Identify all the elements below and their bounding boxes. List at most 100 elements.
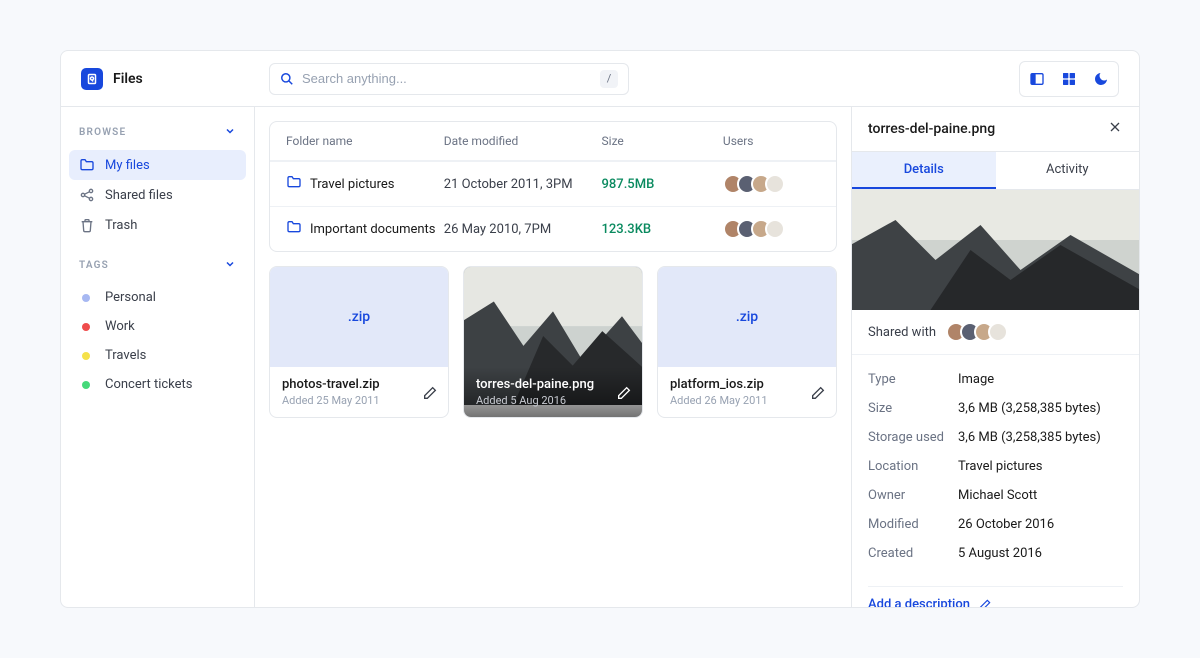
tag-item-personal[interactable]: Personal xyxy=(69,283,246,312)
add-description-label: Add a description xyxy=(868,597,970,608)
meta-label: Type xyxy=(868,372,958,387)
folder-date: 26 May 2010, 7PM xyxy=(444,222,602,237)
folder-users xyxy=(723,174,820,194)
header: Files / xyxy=(61,51,1139,107)
folder-date: 21 October 2011, 3PM xyxy=(444,177,602,192)
tab-activity[interactable]: Activity xyxy=(996,152,1140,189)
meta-label: Storage used xyxy=(868,430,958,445)
edit-icon xyxy=(978,598,992,609)
file-title: photos-travel.zip xyxy=(282,377,436,392)
tags-label: TAGS xyxy=(79,260,109,271)
file-cards: .zip photos-travel.zip Added 25 May 2011 xyxy=(269,266,837,418)
file-title: platform_ios.zip xyxy=(670,377,824,392)
add-description-button[interactable]: Add a description xyxy=(868,586,1123,608)
shared-with-row: Shared with xyxy=(852,310,1139,355)
folder-icon xyxy=(79,157,95,173)
folder-name: Travel pictures xyxy=(310,177,394,192)
tag-dot xyxy=(82,381,90,389)
table-row[interactable]: Travel pictures 21 October 2011, 3PM 987… xyxy=(270,161,836,206)
details-preview xyxy=(852,190,1139,310)
shared-avatars xyxy=(946,322,1008,342)
meta-value: Michael Scott xyxy=(958,488,1037,503)
sidebar: BROWSE My files Shared files xyxy=(61,107,255,607)
share-icon xyxy=(79,187,95,203)
file-subtitle: Added 26 May 2011 xyxy=(670,394,824,407)
tag-dot xyxy=(82,352,90,360)
sidebar-item-my-files[interactable]: My files xyxy=(69,150,246,180)
col-date-modified: Date modified xyxy=(444,134,602,148)
tag-label: Work xyxy=(105,319,135,334)
file-title: torres-del-paine.png xyxy=(476,377,630,392)
dark-mode-button[interactable] xyxy=(1088,66,1114,92)
col-size: Size xyxy=(602,134,723,148)
meta-value: Image xyxy=(958,372,994,387)
tag-label: Travels xyxy=(105,348,146,363)
folder-users xyxy=(723,219,820,239)
details-panel: torres-del-paine.png Details Activity Sh… xyxy=(851,107,1139,607)
file-ext: .zip xyxy=(348,309,370,325)
shared-with-label: Shared with xyxy=(868,325,936,340)
tags-section-header[interactable]: TAGS xyxy=(69,254,246,277)
meta-label: Size xyxy=(868,401,958,416)
file-subtitle: Added 5 Aug 2016 xyxy=(476,394,630,407)
edit-icon[interactable] xyxy=(616,385,632,405)
meta-value: Travel pictures xyxy=(958,459,1042,474)
folder-icon xyxy=(286,219,302,239)
sidebar-toggle-button[interactable] xyxy=(1024,66,1050,92)
main-content: Folder name Date modified Size Users Tra… xyxy=(255,107,851,607)
details-filename: torres-del-paine.png xyxy=(868,121,995,137)
col-users: Users xyxy=(723,134,820,148)
grid-view-button[interactable] xyxy=(1056,66,1082,92)
meta-value: 26 October 2016 xyxy=(958,517,1054,532)
sidebar-item-shared-files[interactable]: Shared files xyxy=(69,180,246,210)
edit-icon[interactable] xyxy=(422,385,438,405)
file-metadata: TypeImage Size3,6 MB (3,258,385 bytes) S… xyxy=(852,355,1139,578)
sidebar-item-label: Shared files xyxy=(105,188,173,203)
meta-label: Owner xyxy=(868,488,958,503)
file-subtitle: Added 25 May 2011 xyxy=(282,394,436,407)
edit-icon[interactable] xyxy=(810,385,826,405)
file-card[interactable]: .zip photos-travel.zip Added 25 May 2011 xyxy=(269,266,449,418)
tab-details[interactable]: Details xyxy=(852,152,996,189)
folder-name: Important documents xyxy=(310,222,436,237)
tag-item-work[interactable]: Work xyxy=(69,312,246,341)
folder-size: 987.5MB xyxy=(602,177,723,192)
tag-label: Concert tickets xyxy=(105,377,193,392)
file-card[interactable]: .zip platform_ios.zip Added 26 May 2011 xyxy=(657,266,837,418)
tag-item-travels[interactable]: Travels xyxy=(69,341,246,370)
header-actions xyxy=(1019,61,1119,97)
meta-value: 3,6 MB (3,258,385 bytes) xyxy=(958,430,1101,445)
close-button[interactable] xyxy=(1107,119,1123,139)
tag-dot xyxy=(82,323,90,331)
sidebar-item-label: Trash xyxy=(105,218,137,233)
app-logo-icon xyxy=(81,68,103,90)
file-card[interactable]: torres-del-paine.png Added 5 Aug 2016 xyxy=(463,266,643,418)
app-logo: Files xyxy=(81,68,269,90)
meta-value: 5 August 2016 xyxy=(958,546,1042,561)
meta-value: 3,6 MB (3,258,385 bytes) xyxy=(958,401,1101,416)
search-bar[interactable]: / xyxy=(269,63,629,95)
tag-label: Personal xyxy=(105,290,156,305)
details-tabs: Details Activity xyxy=(852,151,1139,190)
table-header: Folder name Date modified Size Users xyxy=(270,122,836,161)
trash-icon xyxy=(79,217,95,233)
tag-item-concert-tickets[interactable]: Concert tickets xyxy=(69,370,246,399)
col-folder-name: Folder name xyxy=(286,134,444,148)
sidebar-item-trash[interactable]: Trash xyxy=(69,210,246,240)
file-preview: .zip xyxy=(270,267,448,367)
app-title: Files xyxy=(113,71,143,87)
folders-table: Folder name Date modified Size Users Tra… xyxy=(269,121,837,252)
folder-size: 123.3KB xyxy=(602,222,723,237)
folder-icon xyxy=(286,174,302,194)
search-icon xyxy=(280,72,294,86)
meta-label: Modified xyxy=(868,517,958,532)
tag-dot xyxy=(82,294,90,302)
sidebar-item-label: My files xyxy=(105,158,150,173)
meta-label: Location xyxy=(868,459,958,474)
browse-label: BROWSE xyxy=(79,127,126,138)
table-row[interactable]: Important documents 26 May 2010, 7PM 123… xyxy=(270,206,836,251)
search-input[interactable] xyxy=(302,71,592,86)
file-preview: .zip xyxy=(658,267,836,367)
browse-section-header[interactable]: BROWSE xyxy=(69,121,246,144)
file-ext: .zip xyxy=(736,309,758,325)
